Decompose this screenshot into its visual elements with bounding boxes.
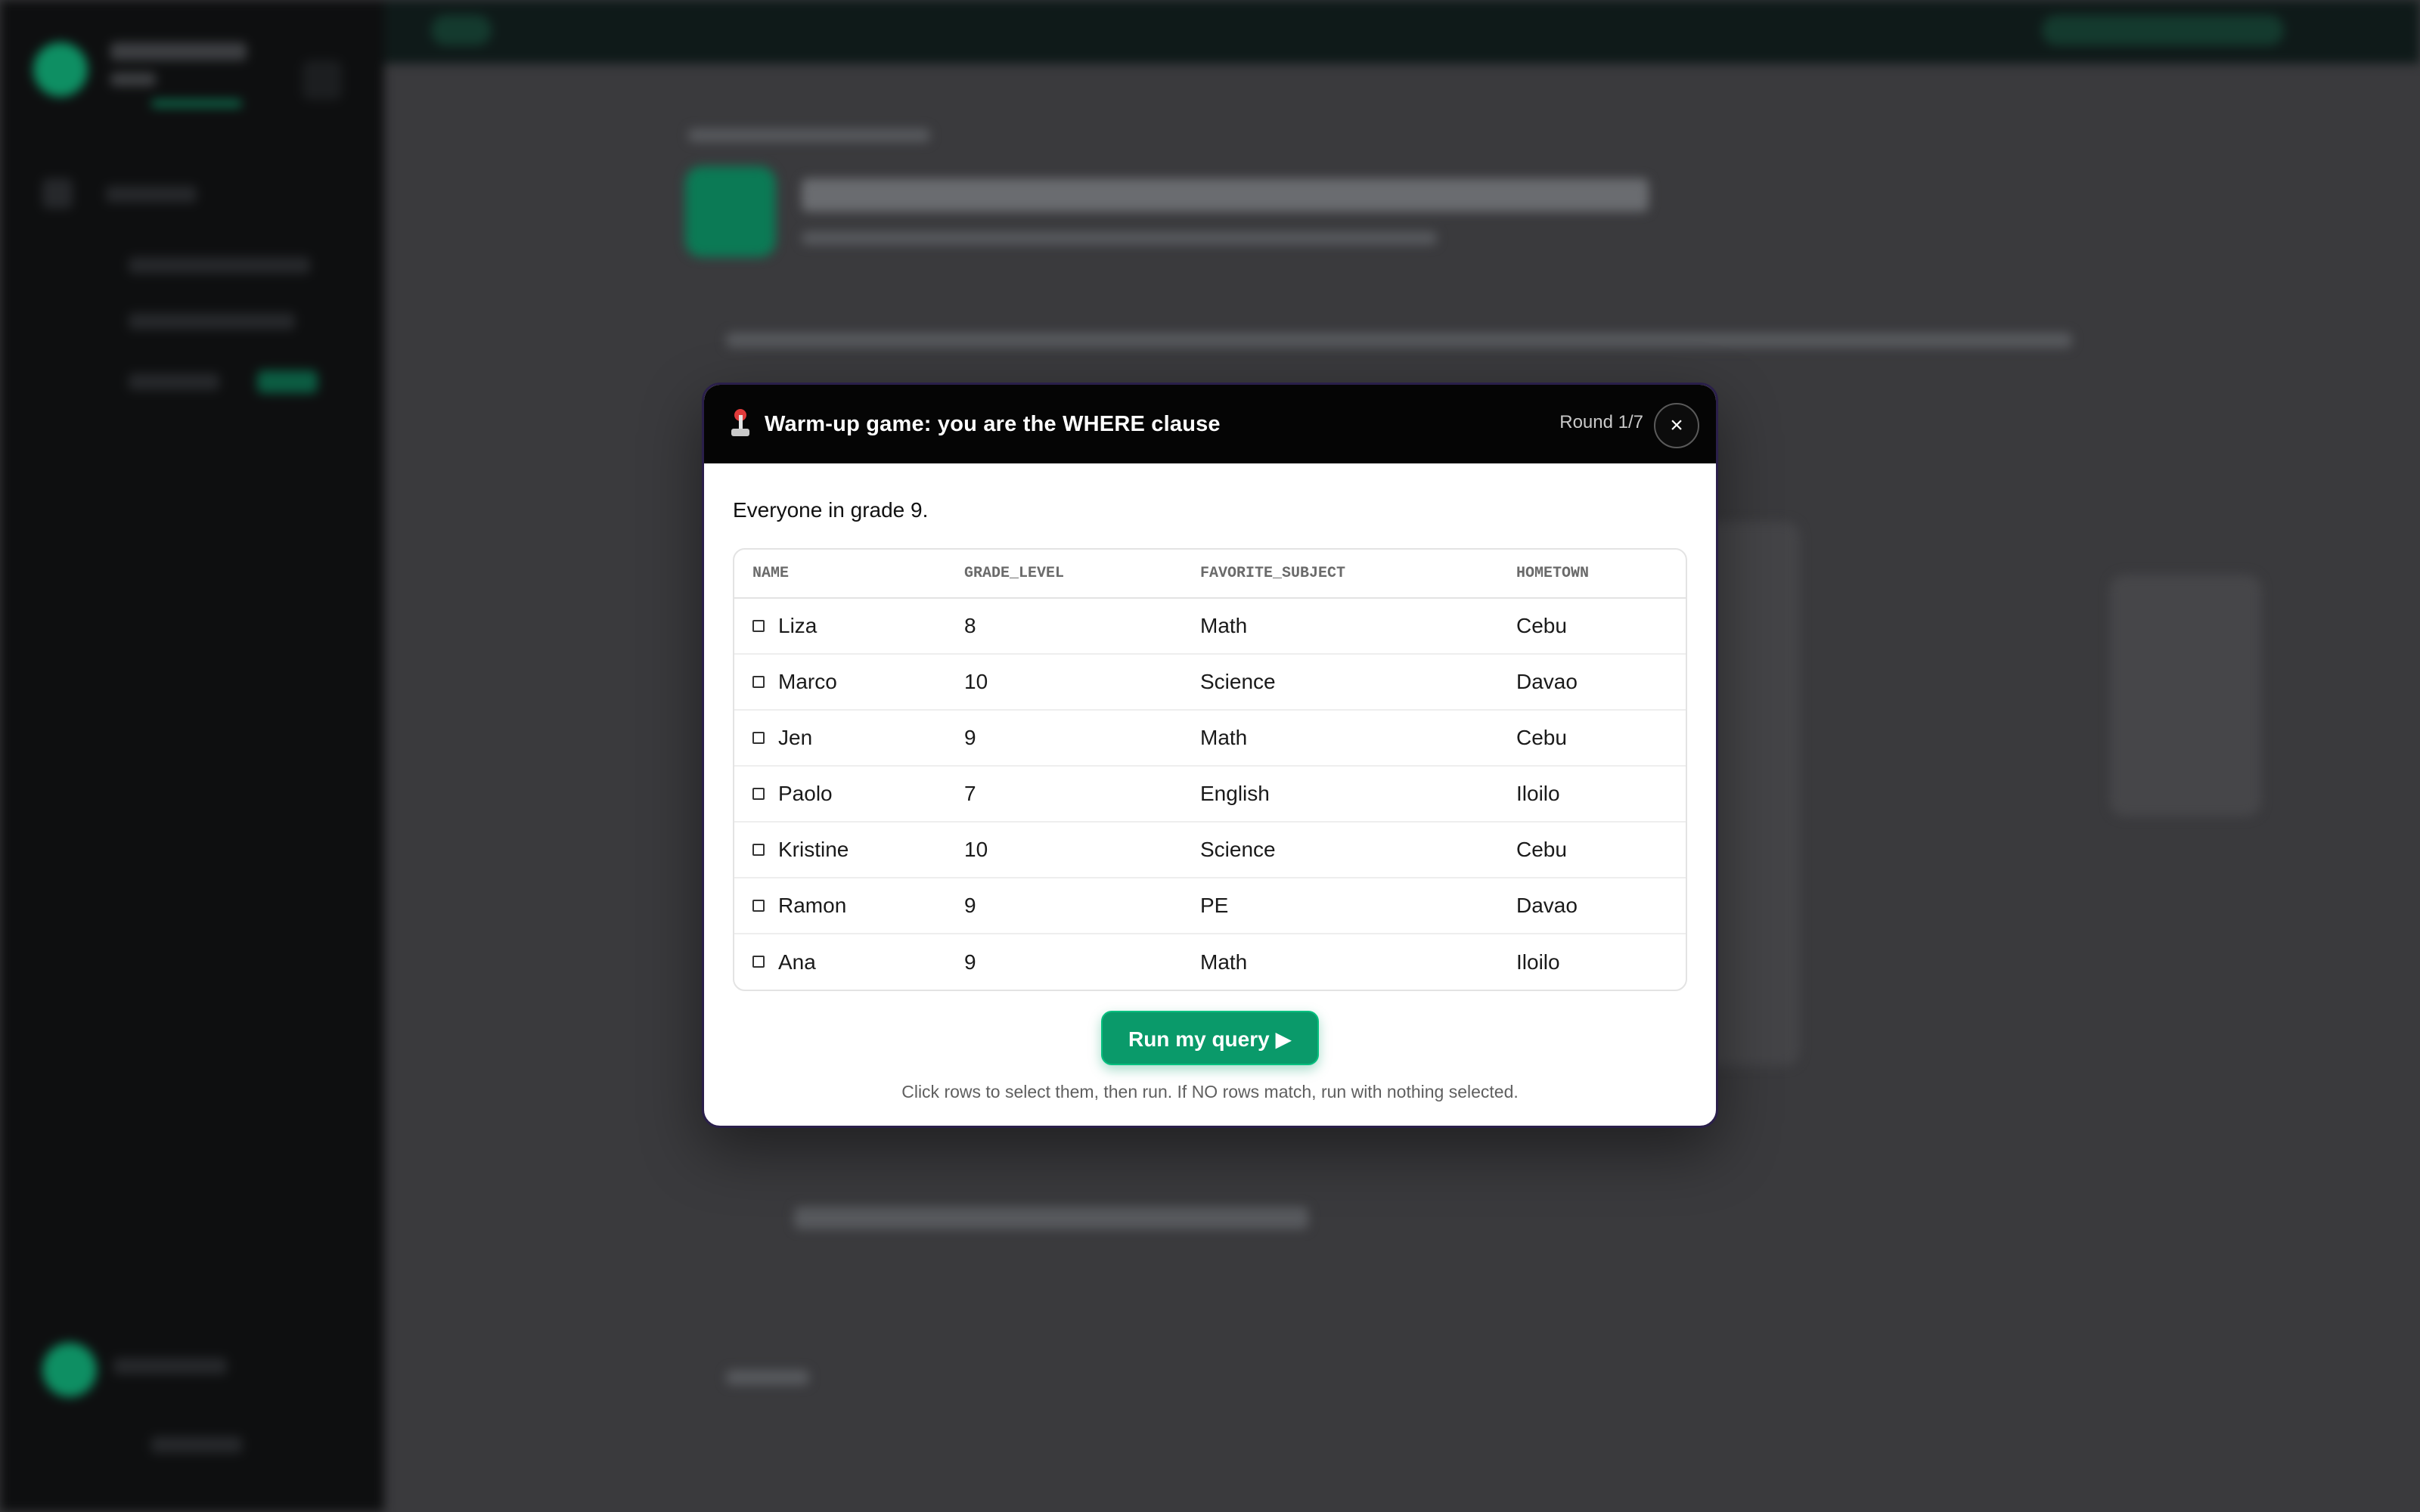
cell-hometown: Cebu: [1498, 598, 1686, 655]
sidebar-item: [129, 373, 219, 390]
row-name: Paolo: [778, 782, 833, 805]
cell-hometown: Davao: [1498, 878, 1686, 934]
lesson-subtitle: [802, 231, 1437, 245]
cell-hometown: Iloilo: [1498, 766, 1686, 823]
cell-name: Ramon: [734, 878, 946, 934]
modal-title: Warm-up game: you are the WHERE clause: [765, 411, 1221, 436]
row-name: Jen: [778, 726, 813, 749]
column-header-name: NAME: [734, 550, 946, 599]
checkbox-icon[interactable]: [752, 956, 765, 968]
sidebar: [0, 0, 384, 1512]
cell-hometown: Iloilo: [1516, 950, 1560, 974]
table-row[interactable]: Liza 8 Math Cebu: [734, 598, 1686, 655]
cell-grade-level: 9: [946, 710, 1182, 767]
run-button-wrap: Run my query ▶: [733, 1011, 1687, 1065]
content-heading: [794, 1207, 1308, 1229]
sidebar-tagline: [151, 100, 242, 107]
row-name: Kristine: [778, 838, 849, 861]
cell-favorite-subject: Math: [1200, 950, 1248, 974]
sidebar-collapse-button: [302, 60, 342, 100]
modal-header: Warm-up game: you are the WHERE clause R…: [704, 385, 1716, 463]
table-row[interactable]: Jen 9 Math Cebu: [734, 710, 1686, 767]
checkbox-icon[interactable]: [752, 787, 765, 800]
checkbox-icon[interactable]: [752, 619, 765, 632]
cell-hometown: Cebu: [1498, 822, 1686, 878]
cell-name: Marco: [734, 654, 946, 711]
instructions-hint: Click rows to select them, then run. If …: [901, 1082, 1519, 1101]
side-card: [2110, 575, 2261, 816]
cell-name: Paolo: [734, 766, 946, 823]
user-name: [113, 1358, 227, 1374]
cell-name: Jen: [734, 710, 946, 767]
checkbox-icon[interactable]: [752, 731, 765, 744]
warmup-game-modal: Warm-up game: you are the WHERE clause R…: [702, 383, 1718, 1128]
checkbox-icon[interactable]: [752, 843, 765, 856]
sidebar-item: [129, 313, 295, 330]
cell-favorite-subject: Science: [1182, 822, 1498, 878]
lesson-title: [802, 178, 1649, 212]
table-row[interactable]: Kristine 10 Science Cebu: [734, 822, 1686, 878]
round-counter: Round 1/7: [1559, 412, 1643, 432]
sidebar-section-icon: [42, 178, 73, 209]
cell-favorite-subject: Science: [1182, 654, 1498, 711]
sidebar-section-label: [106, 186, 197, 203]
table-row[interactable]: Ana 9 Math Iloilo: [734, 934, 1686, 990]
sidebar-subtitle: [110, 73, 156, 86]
modal-body: Everyone in grade 9. NAME GRADE_LEVEL FA…: [704, 463, 1716, 1102]
breadcrumb: [688, 129, 930, 142]
round-prompt: Everyone in grade 9.: [733, 498, 929, 522]
cell-grade-level: 8: [946, 598, 1182, 655]
row-name: Liza: [778, 614, 818, 637]
cell-favorite-subject: Math: [1182, 710, 1498, 767]
top-bar-tab: [431, 15, 492, 45]
cell-grade-level: 7: [946, 766, 1182, 823]
data-table: NAME GRADE_LEVEL FAVORITE_SUBJECT HOMETO…: [733, 548, 1687, 991]
table-row[interactable]: Marco 10 Science Davao: [734, 654, 1686, 711]
sidebar-footer-link: [151, 1436, 242, 1453]
top-bar-action: [2042, 15, 2284, 45]
sidebar-badge: [257, 370, 318, 393]
row-name: Ramon: [778, 894, 847, 917]
cell-name: Ana: [734, 934, 946, 990]
run-query-button[interactable]: Run my query ▶: [1100, 1011, 1319, 1065]
column-header-grade-level: GRADE_LEVEL: [946, 550, 1182, 599]
cell-grade-level: 9: [964, 950, 976, 974]
checkbox-icon[interactable]: [752, 675, 765, 688]
joystick-icon: [730, 409, 751, 439]
column-header-hometown: HOMETOWN: [1498, 550, 1686, 599]
sidebar-item: [129, 257, 310, 274]
logo: [33, 42, 88, 97]
lesson-intro: [726, 333, 2072, 348]
cell-grade-level: 10: [946, 822, 1182, 878]
table-row[interactable]: Ramon 9 PE Davao: [734, 878, 1686, 934]
cell-name: Kristine: [734, 822, 946, 878]
cell-hometown: Davao: [1498, 654, 1686, 711]
close-icon[interactable]: ×: [1654, 403, 1699, 448]
cell-grade-level: 9: [946, 878, 1182, 934]
cell-name: Liza: [734, 598, 946, 655]
row-name: Marco: [778, 670, 837, 693]
row-name: Ana: [778, 950, 816, 974]
lesson-icon: [685, 166, 776, 257]
cell-favorite-subject: English: [1182, 766, 1498, 823]
cell-grade-level: 10: [946, 654, 1182, 711]
content-footer: [726, 1370, 809, 1385]
user-avatar: [42, 1343, 97, 1397]
cell-favorite-subject: PE: [1182, 878, 1498, 934]
cell-favorite-subject: Math: [1182, 598, 1498, 655]
cell-hometown: Cebu: [1498, 710, 1686, 767]
table-header-row: NAME GRADE_LEVEL FAVORITE_SUBJECT HOMETO…: [734, 550, 1686, 599]
column-header-favorite-subject: FAVORITE_SUBJECT: [1182, 550, 1498, 599]
checkbox-icon[interactable]: [752, 899, 765, 912]
sidebar-title: [110, 42, 247, 60]
table-row[interactable]: Paolo 7 English Iloilo: [734, 766, 1686, 823]
